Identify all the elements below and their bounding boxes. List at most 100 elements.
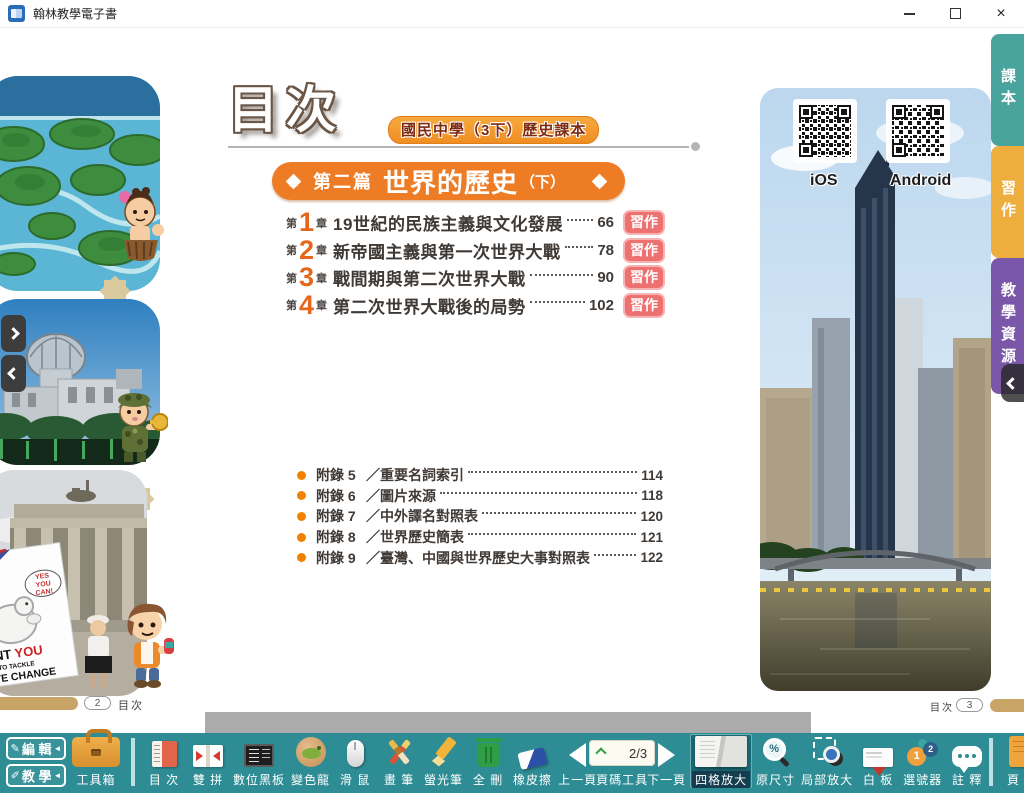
chapter-suffix: 章 [316,270,327,286]
horizontal-scrollbar[interactable] [205,712,811,733]
chapter-prefix: 第 [286,270,297,286]
chapter-suffix: 章 [316,215,327,231]
page-title: 目次 [228,70,344,142]
chameleon-icon [296,737,326,767]
toolbar-item-region-zoom[interactable]: 局部放大 [799,734,855,788]
chapter-prefix: 第 [286,215,297,231]
footer-pill [990,699,1024,712]
maximize-icon [950,8,961,19]
appendix-label: 附錄 8 [316,527,366,547]
footer-page-number: 2 [84,696,111,710]
toolbar-item-annotation[interactable]: 註 釋 [946,734,988,788]
toolbar-item-dual-page[interactable]: 雙 拼 [187,734,229,788]
diamond-icon [592,173,608,189]
window-titlebar: 翰林教學電子書 × [0,0,1024,28]
footer-label: 目次 [930,699,954,714]
edition-badge: 國民中學（3下）歷史課本 [388,116,599,144]
appendix-label: 附錄 5 [316,465,366,485]
toolbar-item-mouse[interactable]: 滑 鼠 [334,734,376,788]
toolbar-item-toc[interactable]: 目 次 [143,734,185,788]
section-banner: 第二篇 世界的歷史 （下） [272,162,625,200]
toolbar-item-four-grid-zoom[interactable]: 四格放大 [690,734,752,788]
tab-textbook[interactable]: 課本 [991,34,1024,146]
toolbar-separator [131,738,135,786]
appendix-row[interactable]: 附錄 8 ／世界歷史簡表 121 [297,527,663,548]
appendix-row[interactable]: 附錄 5 ／重要名詞索引 114 [297,465,663,486]
footer-pill [0,697,78,710]
toolbar-item-whiteboard[interactable]: 白 板 [857,734,899,788]
dotted-leader [594,554,636,556]
spread-icon [193,745,223,767]
appendix-row[interactable]: 附錄 9 ／臺灣、中國與世界歷史大事對照表 122 [297,547,663,568]
chapter-list: 第 1 章 19世紀的民族主義與文化發展 66 習作 第 2 章 新帝國主義與第… [286,209,665,319]
page-back-arrow[interactable] [1,355,26,392]
toolbar-item-original-size[interactable]: 原尺寸 [754,734,797,788]
appendix-title: ／世界歷史簡表 [366,527,464,547]
toolbar-item-number-picker[interactable]: 選號器 [901,734,944,788]
toolbox-label: 工具箱 [76,771,115,788]
toolbar-item-page-tabs[interactable]: 頁 籤 [1001,734,1024,788]
teach-mode-button[interactable]: ✐ 教 學 ◄ [6,764,66,787]
bullet-dot-icon [297,491,306,500]
edit-mode-button[interactable]: ✎ 編 輯 ◄ [6,737,66,760]
zoomregion-icon [812,737,842,767]
chapter-title: 戰間期與第二次世界大戰 [333,265,526,290]
close-icon: × [996,6,1005,22]
chapter-row[interactable]: 第 1 章 19世紀的民族主義與文化發展 66 習作 [286,209,665,237]
appendix-row[interactable]: 附錄 6 ／圖片來源 118 [297,486,663,507]
dotted-leader [530,274,594,276]
mouse-icon [347,740,364,767]
chevron-left-icon [7,367,20,380]
appendix-label: 附錄 9 [316,548,366,568]
toolbar-item-delete-all[interactable]: 全 刪 [467,734,509,788]
toolbar-item-eraser[interactable]: 橡皮擦 [511,734,554,788]
pencil-icon: ✎ [11,742,20,755]
chapter-row[interactable]: 第 4 章 第二次世界大戰後的局勢 102 習作 [286,292,665,320]
bottom-toolbar: ✎ 編 輯 ◄ ✐ 教 學 ◄ 工具箱 目 次 [0,733,1024,793]
toolbar-item-highlighter[interactable]: 螢光筆 [422,734,465,788]
diamond-icon [286,173,302,189]
mascot-reporter [120,598,178,693]
chapter-prefix: 第 [286,297,297,313]
workbook-badge-button[interactable]: 習作 [623,210,665,235]
minimize-button[interactable] [886,0,932,28]
toolbar-item-chameleon[interactable]: 變色龍 [289,734,332,788]
tab-workbook[interactable]: 習作 [991,146,1024,258]
window-title: 翰林教學電子書 [33,5,117,22]
toolbar-item-digital-blackboard[interactable]: 數位黑板 [231,734,287,788]
toolbar-item-pen[interactable]: 畫 筆 [378,734,420,788]
appendix-page-number: 122 [640,550,663,565]
chapter-title: 19世紀的民族主義與文化發展 [333,210,563,235]
chapter-page-number: 78 [597,242,614,259]
workbook-badge-button[interactable]: 習作 [623,293,665,318]
workbook-badge-button[interactable]: 習作 [623,238,665,263]
chapter-row[interactable]: 第 2 章 新帝國主義與第一次世界大戰 78 習作 [286,237,665,265]
appendix-page-number: 120 [640,509,663,524]
chapter-title: 第二次世界大戰後的局勢 [333,293,526,318]
close-button[interactable]: × [978,0,1024,28]
page-back-arrow-right[interactable] [1001,364,1024,402]
chapter-page-number: 90 [597,269,614,286]
toolbar-item-next-page[interactable]: 下一頁 [645,734,688,788]
divider-line [228,146,689,148]
chevron-up-icon [595,747,606,758]
photo-city-skyline [760,88,991,691]
qr-label-ios: iOS [810,172,838,190]
chevron-right-icon [7,327,20,340]
bullet-dot-icon [297,553,306,562]
toolbar-separator [989,738,993,786]
chapter-row[interactable]: 第 3 章 戰間期與第二次世界大戰 90 習作 [286,264,665,292]
maximize-button[interactable] [932,0,978,28]
toolbar-item-page-tool[interactable]: 2/3 頁碼工具 [601,734,643,788]
dotted-leader [468,533,636,535]
page-forward-arrow[interactable] [1,315,26,352]
bullet-dot-icon [297,471,306,480]
chapter-number: 2 [299,237,314,264]
qr-code-ios [793,99,857,163]
chapter-prefix: 第 [286,242,297,258]
appendix-title: ／圖片來源 [366,486,436,506]
toolbar-item-toolbox[interactable]: 工具箱 [72,732,120,788]
triangle-left-icon: ◄ [53,745,61,753]
appendix-row[interactable]: 附錄 7 ／中外譯名對照表 120 [297,506,663,527]
workbook-badge-button[interactable]: 習作 [623,265,665,290]
